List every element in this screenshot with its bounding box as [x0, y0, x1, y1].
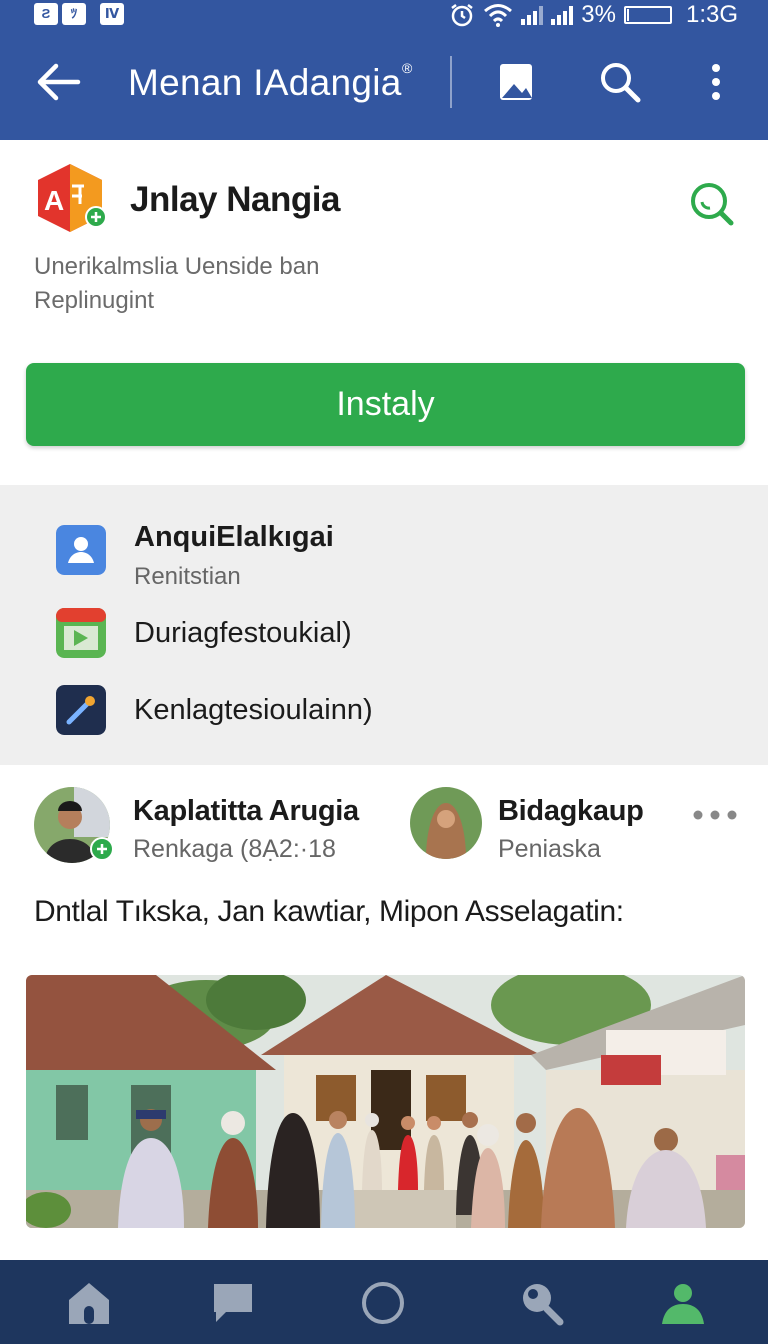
install-button[interactable]: Instaly — [26, 363, 745, 446]
clock: 1:3G — [685, 1, 738, 28]
back-arrow-icon[interactable] — [34, 60, 82, 104]
notification-icon: ﾂ — [62, 3, 86, 25]
search-icon[interactable] — [516, 1278, 566, 1328]
author-subtitle: Renkaga (8Ạ2:·18 — [133, 835, 336, 863]
author-name[interactable]: Kaplatitta Arugia — [133, 795, 359, 828]
app-bar: Menan IAdangia ® — [0, 40, 768, 130]
bookmark-image-icon[interactable] — [494, 60, 538, 104]
battery-icon — [623, 6, 672, 24]
author-name[interactable]: Bidagkaup — [498, 795, 644, 828]
tool-icon — [56, 685, 106, 735]
signal-icon — [551, 5, 574, 25]
notification-icon: Ⅳ — [100, 3, 124, 25]
top-bar: Ƨ ﾂ Ⅳ 3% 1:3G Menan IAdangia ® — [0, 0, 768, 140]
more-horiz-icon[interactable] — [690, 805, 740, 825]
post-card: Kaplatitta Arugia Renkaga (8Ạ2:·18 Bidag… — [0, 765, 768, 1260]
avatar[interactable] — [410, 787, 482, 859]
permission-title: Duriagfestoukial) — [134, 617, 352, 649]
signal-icon — [521, 5, 544, 25]
post-text: Dntlal Tıkska, Jan kawtiar, Mipon Assela… — [34, 895, 624, 928]
permissions-panel: AnquiElalkıgai Renitstian Duriagfestouki… — [0, 485, 768, 765]
app-name: Jnlay Nangia — [130, 180, 340, 219]
home-icon[interactable] — [64, 1278, 114, 1328]
more-vert-icon[interactable] — [694, 60, 738, 104]
divider — [450, 56, 452, 108]
alarm-icon — [451, 4, 474, 27]
status-bar: Ƨ ﾂ Ⅳ 3% 1:3G — [0, 0, 768, 30]
permission-title: AnquiElalkıgai — [134, 521, 334, 553]
media-icon — [56, 608, 106, 658]
profile-icon[interactable] — [658, 1278, 708, 1328]
bottom-navigation — [0, 1260, 768, 1344]
chat-icon[interactable] — [208, 1278, 258, 1328]
app-logo-letter: A — [44, 185, 64, 216]
permission-title: Kenlagtesioulainn) — [134, 694, 373, 726]
app-header: A Jnlay Nangia Unerikalmslia Uenside ban… — [0, 140, 768, 485]
description-line: Unerikalmslia Uenside ban — [34, 253, 320, 280]
post-photo[interactable] — [26, 975, 745, 1228]
search-icon[interactable] — [688, 180, 734, 226]
app-description: Unerikalmslia Uenside ban Replinugint — [34, 250, 454, 318]
search-icon[interactable] — [598, 60, 642, 104]
app-logo-icon: A — [38, 164, 106, 232]
notification-icon: Ƨ — [34, 3, 58, 25]
title-mark: ® — [402, 60, 413, 76]
verified-badge-icon — [90, 837, 114, 861]
description-line: Replinugint — [34, 287, 155, 314]
permission-subtitle: Renitstian — [134, 563, 241, 590]
village-gathering-image — [26, 975, 745, 1228]
battery-percent: 3% — [581, 1, 616, 28]
author-subtitle: Peniaska — [498, 835, 601, 863]
app-bar-title: Menan IAdangia — [128, 62, 402, 103]
circle-icon[interactable] — [358, 1278, 408, 1328]
wifi-icon — [484, 4, 513, 27]
person-icon — [56, 525, 106, 575]
